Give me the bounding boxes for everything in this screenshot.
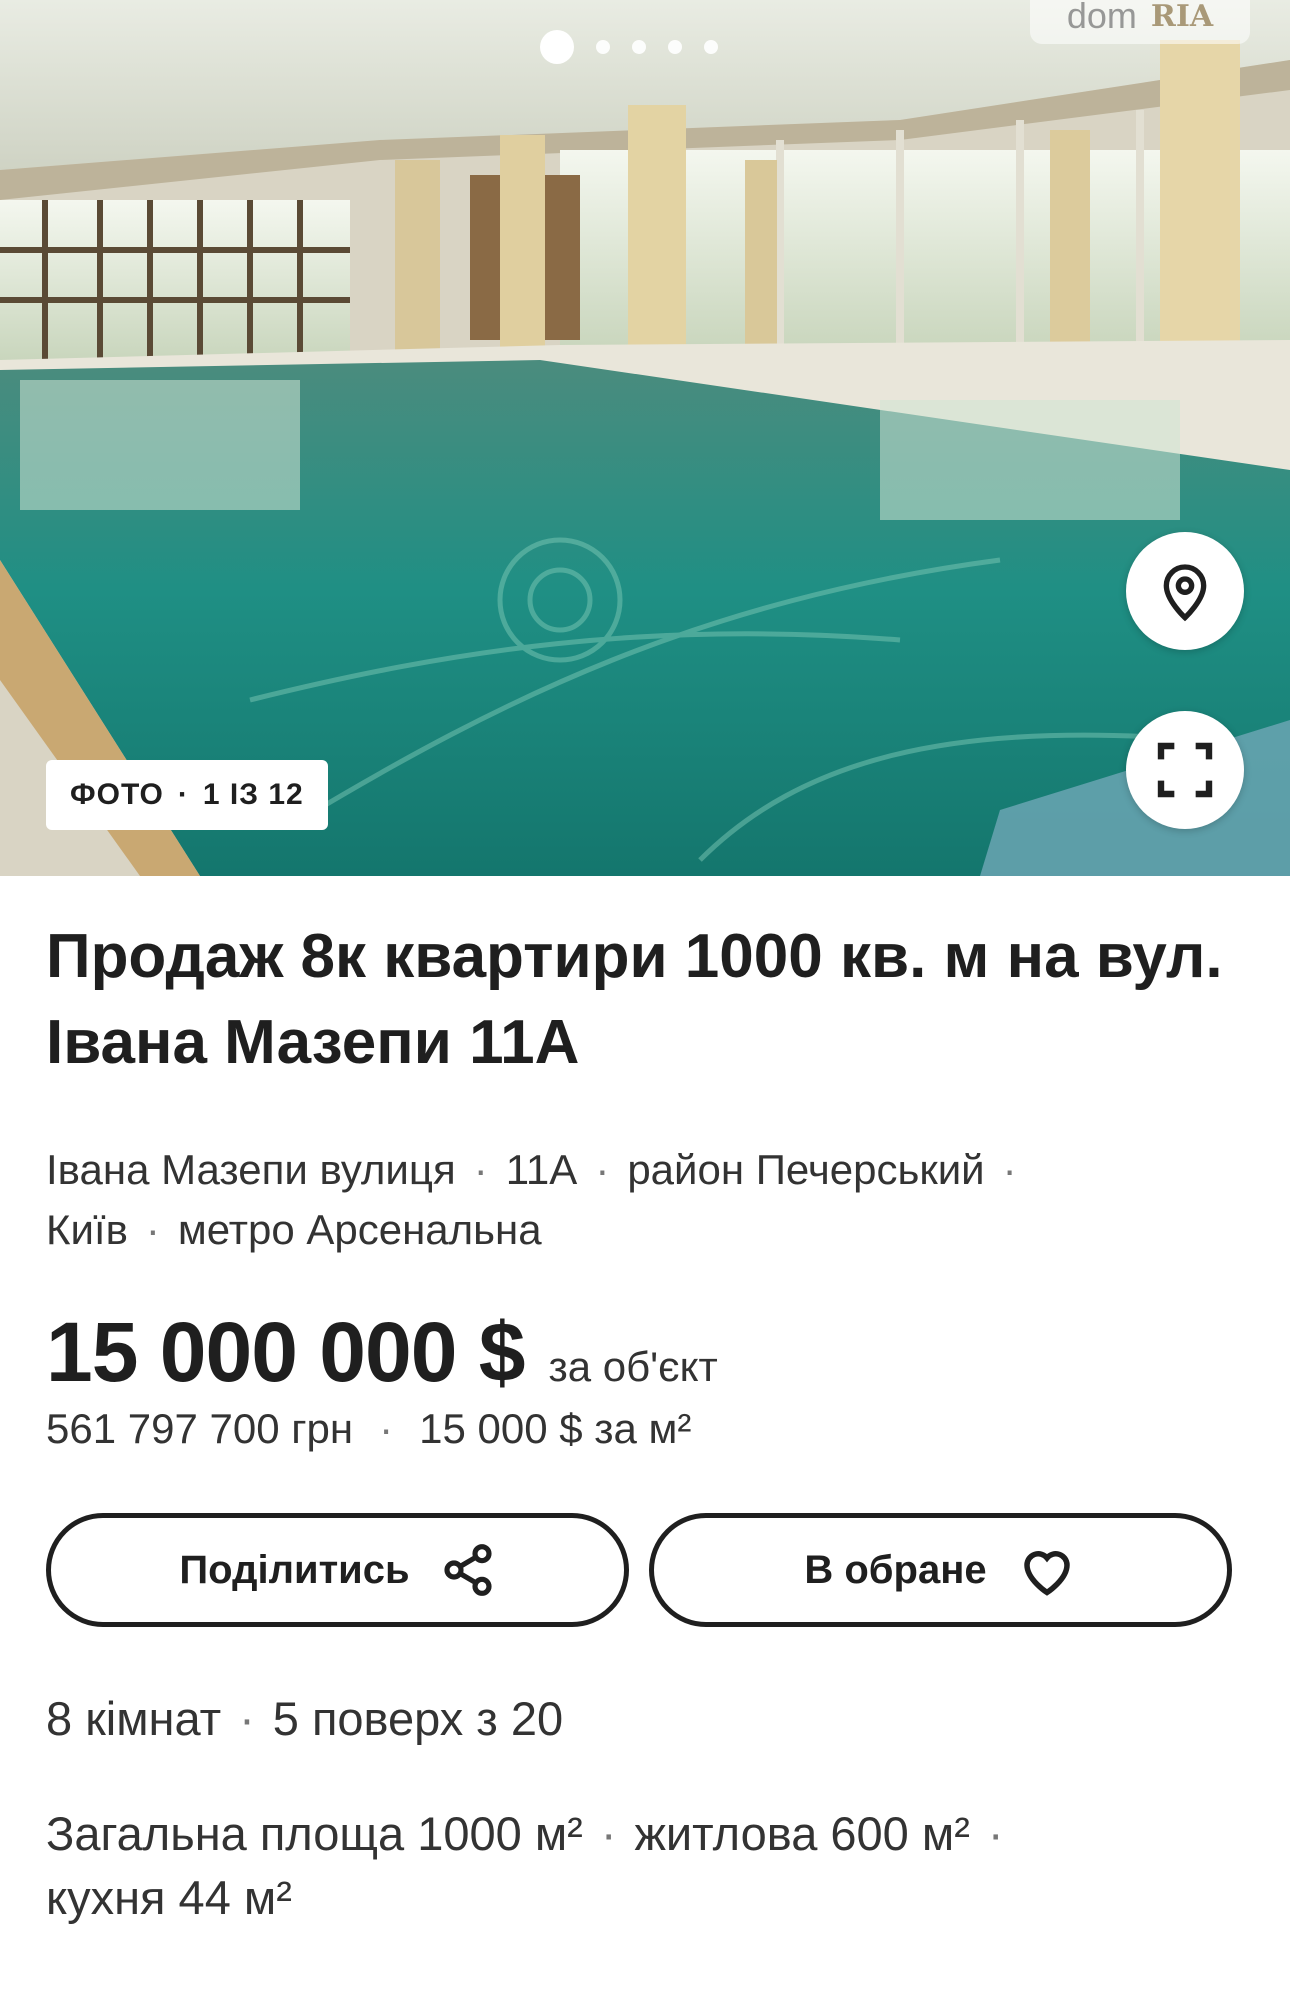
address-house: 11А (505, 1146, 578, 1193)
watermark-left: dom (1066, 0, 1137, 36)
photo-gallery[interactable]: dom RIA ФОТО · 1 ІЗ 12 (0, 0, 1290, 876)
pagination-dot[interactable] (704, 40, 718, 54)
pagination-dot[interactable] (596, 40, 610, 54)
fullscreen-button[interactable] (1126, 711, 1244, 829)
heart-icon (1023, 1551, 1070, 1596)
address-district[interactable]: район Печерський (627, 1146, 984, 1193)
rooms-floor-info: 8 кімнат · 5 поверх з 20 (46, 1692, 564, 1745)
address-street[interactable]: Івана Мазепи вулиця (46, 1146, 456, 1193)
photo-counter-value: 1 ІЗ 12 (202, 778, 304, 811)
kitchen-area: кухня 44 м² (46, 1871, 292, 1924)
floor-info: 5 поверх з 20 (272, 1692, 564, 1745)
gallery-pagination (540, 30, 718, 64)
pagination-dot-active[interactable] (540, 30, 574, 64)
listing-title: Продаж 8к квартири 1000 кв. м на вул. Ів… (46, 922, 1223, 1077)
price-row: 15 000 000 $ за об'єкт (46, 1304, 1244, 1401)
listing-photo[interactable] (0, 0, 1290, 876)
watermark-right: RIA (1150, 0, 1214, 34)
total-area: Загальна площа 1000 м² (46, 1807, 583, 1860)
watermark-logo: dom RIA (1030, 0, 1250, 44)
photo-counter-separator: · (177, 778, 189, 811)
living-area: житлова 600 м² (634, 1807, 970, 1860)
fullscreen-icon (1157, 742, 1213, 798)
price-uah: 561 797 700 грн (46, 1405, 354, 1452)
pagination-dot[interactable] (668, 40, 682, 54)
show-on-map-button[interactable] (1126, 532, 1244, 650)
favorite-label: В обране (804, 1547, 987, 1592)
photo-counter-label: ФОТО (70, 778, 164, 811)
share-label: Поділитись (179, 1547, 410, 1592)
listing-details: Продаж 8к квартири 1000 кв. м на вул. Ів… (0, 914, 1290, 1930)
secondary-price: 561 797 700 грн · 15 000 $ за м² (46, 1405, 692, 1452)
share-button[interactable]: Поділитись (46, 1513, 629, 1627)
address-city[interactable]: Київ (46, 1206, 128, 1253)
rooms-count: 8 кімнат (46, 1692, 222, 1745)
pagination-dot[interactable] (632, 40, 646, 54)
area-info: Загальна площа 1000 м² · житлова 600 м² · к… (46, 1807, 1004, 1924)
add-to-favorites-button[interactable]: В обране (649, 1513, 1232, 1627)
listing-price: 15 000 000 $ (46, 1305, 525, 1399)
price-unit: за об'єкт (548, 1343, 718, 1390)
action-buttons: Поділитись В обране (46, 1513, 1244, 1627)
photo-counter: ФОТО · 1 ІЗ 12 (46, 760, 328, 830)
price-per-m2: 15 000 $ за м² (419, 1405, 692, 1452)
location-pin-icon (1163, 564, 1207, 622)
address-metro[interactable]: метро Арсенальна (178, 1206, 542, 1253)
share-icon (444, 1544, 492, 1596)
listing-address: Івана Мазепи вулиця · 11А · район Печерський… (46, 1146, 1017, 1253)
